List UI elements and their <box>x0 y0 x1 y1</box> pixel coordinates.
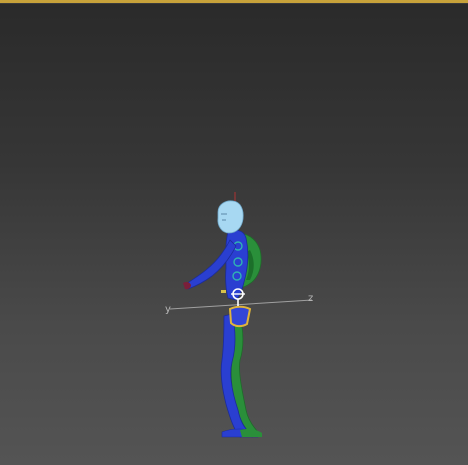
head[interactable] <box>217 200 244 234</box>
axis-label-y: y <box>165 304 171 315</box>
character-rig[interactable] <box>183 200 262 438</box>
scene-canvas[interactable]: y z <box>0 0 468 465</box>
3d-viewport[interactable]: y z <box>0 0 468 465</box>
pelvis[interactable] <box>228 305 252 328</box>
axis-label-z: z <box>308 293 313 304</box>
left-foot[interactable] <box>240 429 262 437</box>
